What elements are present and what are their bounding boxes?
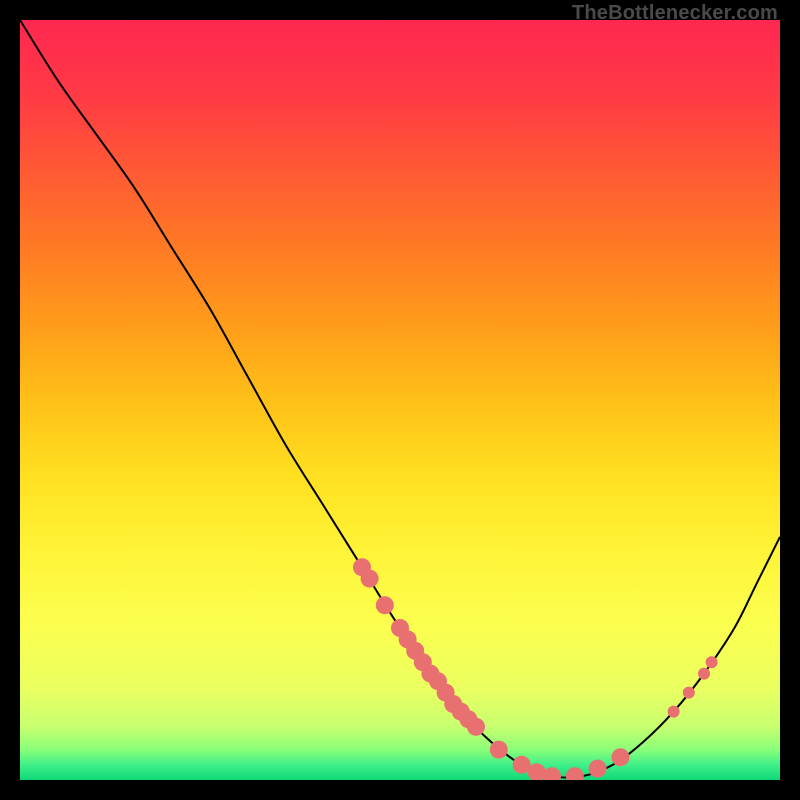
gradient-background: [20, 20, 780, 780]
data-point-marker: [589, 760, 607, 778]
data-point-marker: [376, 596, 394, 614]
watermark-text: TheBottlenecker.com: [572, 2, 778, 25]
bottleneck-chart: [20, 20, 780, 780]
data-point-marker: [467, 718, 485, 736]
data-point-marker: [361, 570, 379, 588]
data-point-marker: [490, 741, 508, 759]
data-point-marker: [683, 687, 695, 699]
data-point-marker: [698, 668, 710, 680]
data-point-marker: [706, 656, 718, 668]
data-point-marker: [668, 706, 680, 718]
data-point-marker: [611, 748, 629, 766]
